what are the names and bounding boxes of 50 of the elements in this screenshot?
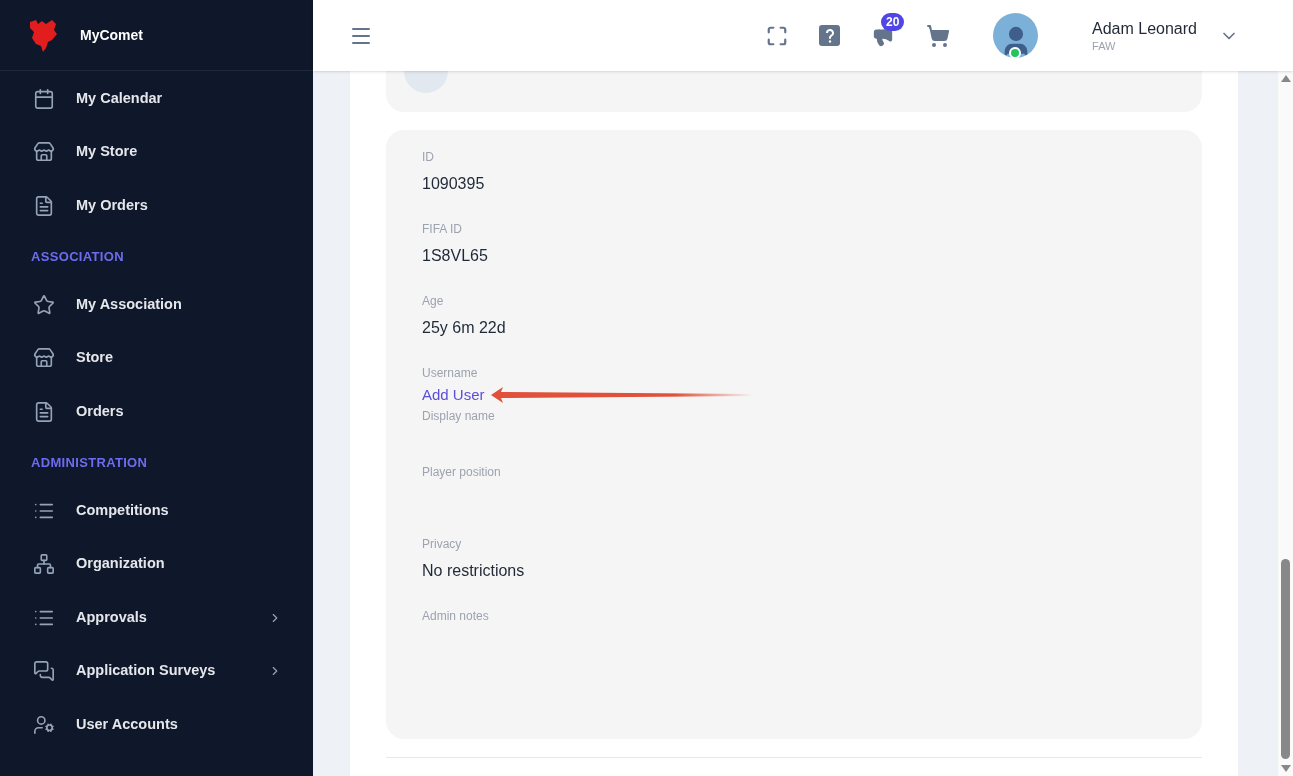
field-value: 25y 6m 22d — [422, 318, 506, 338]
question-icon — [824, 28, 835, 43]
sidebar-item[interactable]: Orders — [0, 385, 313, 439]
photo-placeholder — [404, 71, 448, 93]
chat-icon — [33, 660, 55, 683]
user-org: FAW — [1092, 38, 1117, 53]
sidebar-item[interactable]: Competitions — [0, 484, 313, 538]
user-settings-icon — [33, 713, 55, 736]
sidebar-item[interactable]: My Orders — [0, 179, 313, 233]
sidebar-item[interactable]: Store — [0, 331, 313, 385]
expand-icon — [766, 24, 789, 47]
field-label: FIFA ID — [422, 221, 462, 238]
hierarchy-icon — [33, 553, 55, 576]
field-label: Username — [422, 365, 478, 382]
user-avatar[interactable] — [993, 13, 1039, 58]
sidebar-item[interactable]: User Accounts — [0, 698, 313, 752]
field-label: Display name — [422, 407, 495, 425]
field-label: ID — [422, 149, 434, 166]
cart-icon — [926, 23, 951, 48]
store-icon — [33, 347, 55, 370]
sidebar-item[interactable]: Approvals — [0, 591, 313, 645]
fullscreen-button[interactable] — [766, 24, 789, 47]
sidebar-item[interactable]: My Association — [0, 278, 313, 332]
sidebar-item[interactable]: Application Surveys — [0, 644, 313, 698]
section-heading: ASSOCIATION — [30, 247, 125, 266]
scroll-down-icon — [1280, 765, 1291, 772]
sidebar-item[interactable]: My Store — [0, 125, 313, 179]
brand-name: MyComet — [80, 25, 143, 45]
field-label: Player position — [422, 463, 501, 481]
field-value: 1S8VL65 — [422, 246, 488, 266]
section-heading: ADMINISTRATION — [30, 453, 149, 472]
field-value: No restrictions — [422, 560, 525, 581]
calendar-icon — [33, 87, 55, 110]
scroll-thumb[interactable] — [1281, 559, 1290, 759]
document-icon — [33, 194, 55, 217]
document-icon — [33, 400, 55, 423]
sidebar-item[interactable]: Organization — [0, 537, 313, 591]
star-icon — [33, 293, 55, 316]
store-icon — [33, 141, 55, 164]
help-button[interactable] — [819, 25, 841, 46]
field-label: Privacy — [422, 535, 462, 553]
notification-badge: 20 — [881, 12, 905, 31]
scroll-up-icon — [1280, 75, 1291, 82]
field-label: Age — [422, 293, 444, 310]
field-label: Admin notes — [422, 607, 489, 625]
sidebar-item[interactable]: My Calendar — [0, 72, 313, 126]
field-value: 1090395 — [422, 174, 485, 194]
user-name: Adam Leonard — [1092, 18, 1197, 39]
add-user-link[interactable]: Add User — [422, 384, 485, 407]
cart-button[interactable] — [926, 23, 951, 48]
